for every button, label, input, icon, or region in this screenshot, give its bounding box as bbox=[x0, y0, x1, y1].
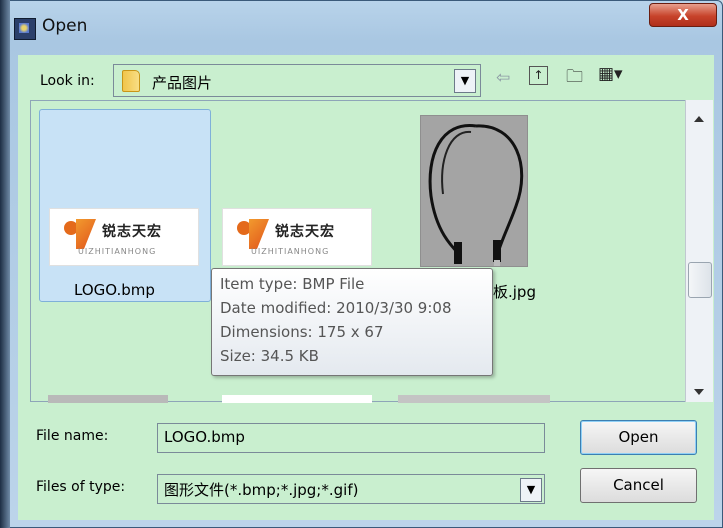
files-of-type-label: Files of type: bbox=[36, 479, 126, 495]
file-thumbnail-partial bbox=[222, 395, 372, 403]
file-item-selected[interactable] bbox=[39, 109, 211, 302]
file-thumbnail-partial bbox=[398, 395, 550, 403]
scrollbar-thumb[interactable] bbox=[688, 262, 712, 298]
cancel-button[interactable]: Cancel bbox=[580, 468, 697, 503]
files-of-type-select[interactable]: 图形文件(*.bmp;*.jpg;*.gif) bbox=[157, 474, 545, 504]
file-name-input[interactable]: LOGO.bmp bbox=[157, 423, 545, 453]
usb-cable-icon bbox=[428, 124, 524, 266]
scroll-down-icon[interactable] bbox=[694, 389, 704, 395]
scroll-up-icon[interactable] bbox=[694, 116, 704, 122]
folder-icon bbox=[122, 70, 140, 92]
file-name-label: File name: bbox=[36, 428, 109, 444]
window-edge bbox=[0, 0, 10, 528]
tooltip-date-modified: Date modified: 2010/3/30 9:08 bbox=[220, 299, 452, 317]
up-one-level-icon[interactable]: ↑ bbox=[529, 66, 548, 85]
close-button[interactable]: X bbox=[649, 3, 717, 27]
chevron-down-icon[interactable]: ▼ bbox=[520, 478, 542, 502]
new-folder-icon[interactable]: 🗀 bbox=[566, 64, 583, 93]
logo-subtext: UIZHITIANHONG bbox=[251, 247, 330, 256]
tooltip-item-type: Item type: BMP File bbox=[220, 275, 365, 293]
file-thumbnail[interactable] bbox=[420, 115, 528, 267]
logo-subtext: UIZHITIANHONG bbox=[78, 247, 157, 256]
look-in-label: Look in: bbox=[40, 73, 95, 89]
file-name-label: 板.jpg bbox=[493, 283, 536, 301]
tooltip-dimensions: Dimensions: 175 x 67 bbox=[220, 323, 384, 341]
app-icon bbox=[14, 18, 36, 40]
logo-text: 锐志天宏 bbox=[275, 224, 335, 240]
vertical-scrollbar[interactable] bbox=[685, 100, 713, 402]
file-thumbnail-partial bbox=[48, 395, 168, 403]
look-in-value: 产品图片 bbox=[152, 74, 213, 92]
open-button[interactable]: Open bbox=[580, 420, 697, 455]
file-thumbnail: 锐志天宏 UIZHITIANHONG bbox=[49, 208, 199, 266]
file-thumbnail[interactable]: 锐志天宏 UIZHITIANHONG bbox=[222, 208, 372, 266]
back-arrow-icon[interactable]: ⇦ bbox=[496, 68, 510, 88]
logo-mark-icon bbox=[62, 219, 96, 249]
logo-mark-icon bbox=[235, 219, 269, 249]
file-name-label: LOGO.bmp bbox=[74, 281, 155, 299]
logo-text: 锐志天宏 bbox=[102, 224, 162, 240]
view-menu-icon[interactable]: ▦▾ bbox=[598, 64, 623, 84]
chevron-down-icon[interactable]: ▼ bbox=[454, 69, 476, 93]
tooltip-size: Size: 34.5 KB bbox=[220, 347, 319, 365]
window-title: Open bbox=[42, 16, 88, 36]
